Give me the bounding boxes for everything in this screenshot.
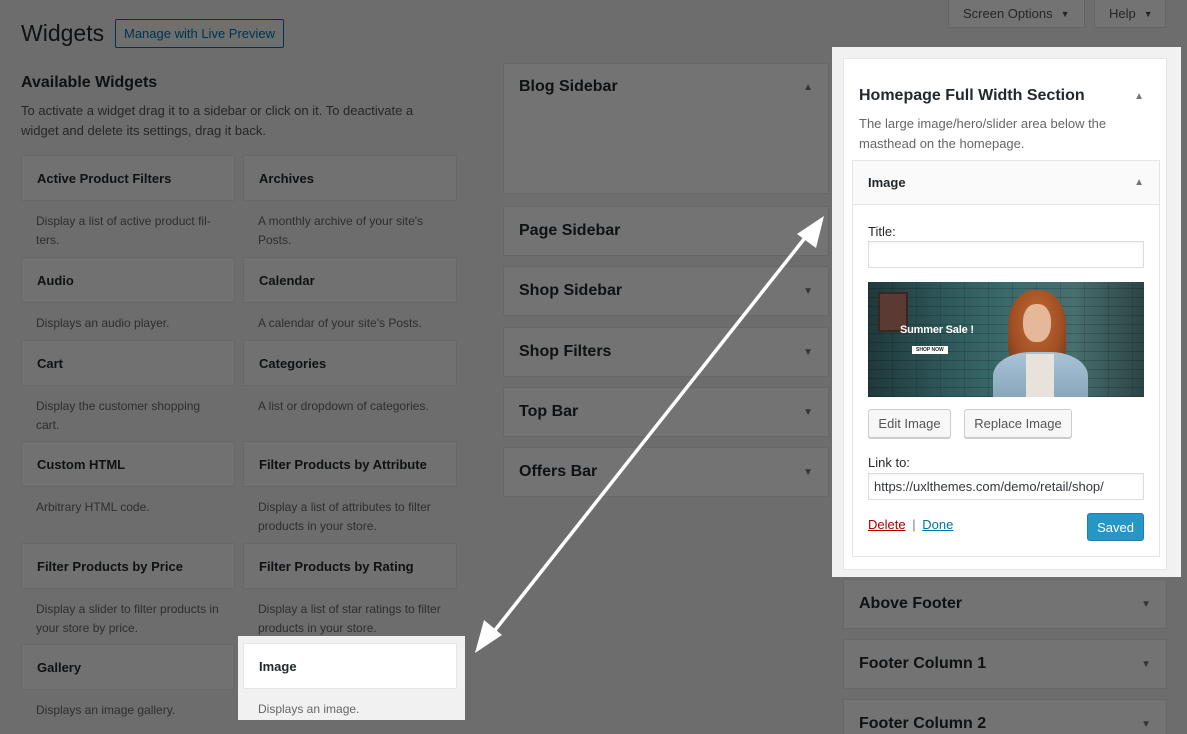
hero-sale-text: Summer Sale ! <box>900 324 974 336</box>
sidebar-offers-bar[interactable]: Offers Bar ▼ <box>503 447 829 497</box>
available-widgets-description: To activate a widget drag it to a sideba… <box>21 103 414 138</box>
widget-description: Display a list of attributes to filter p… <box>258 500 431 533</box>
widget-description: Display the customer shopping cart. <box>36 399 201 432</box>
widget-controls: Delete | Done <box>868 517 953 532</box>
sidebar-page[interactable]: Page Sidebar ▼ <box>503 206 829 256</box>
widget-description: A calendar of your site's Posts. <box>258 316 422 330</box>
expand-arrow-icon[interactable]: ▼ <box>1141 659 1151 670</box>
collapse-arrow-icon[interactable]: ▲ <box>1134 177 1144 188</box>
expand-arrow-icon[interactable]: ▼ <box>803 226 813 237</box>
widget-description: Displays an image. <box>258 702 360 716</box>
link-input[interactable]: https://uxlthemes.com/demo/retail/shop/ <box>868 473 1144 500</box>
delete-link[interactable]: Delete <box>868 517 906 532</box>
widget-description: Display a slider to filter products in y… <box>36 602 219 635</box>
sidebar-title: Footer Column 2 <box>859 715 987 732</box>
available-widgets-heading: Available Widgets <box>21 74 158 91</box>
sidebar-title: Shop Sidebar <box>519 282 623 299</box>
widget-title[interactable]: Filter Products by Price <box>21 543 235 589</box>
widget-title[interactable]: Custom HTML <box>21 441 235 487</box>
widget-title[interactable]: Filter Products by Rating <box>243 543 457 589</box>
widget-custom-html[interactable]: Custom HTML Arbitrary HTML code. <box>21 441 235 517</box>
widget-description: Display a list of active product fil-ter… <box>36 214 211 247</box>
widget-cart[interactable]: Cart Display the customer shopping cart. <box>21 340 235 435</box>
widget-title[interactable]: Categories <box>243 340 457 386</box>
title-label: Title: <box>868 224 896 239</box>
sidebar-shop[interactable]: Shop Sidebar ▼ <box>503 266 829 316</box>
widget-filter-by-attribute[interactable]: Filter Products by Attribute Display a l… <box>243 441 457 536</box>
expand-arrow-icon[interactable]: ▼ <box>1141 719 1151 730</box>
expand-arrow-icon[interactable]: ▼ <box>803 286 813 297</box>
manage-live-preview-button[interactable]: Manage with Live Preview <box>115 19 285 48</box>
widget-categories[interactable]: Categories A list or dropdown of categor… <box>243 340 457 416</box>
sidebar-homepage-full-width[interactable]: Homepage Full Width Section ▲ The large … <box>843 58 1167 570</box>
widget-title[interactable]: Gallery <box>21 644 235 690</box>
sidebar-title: Top Bar <box>519 403 579 420</box>
sidebar-title: Page Sidebar <box>519 222 621 239</box>
collapse-arrow-icon[interactable]: ▲ <box>803 82 813 93</box>
widget-description: A monthly archive of your site's Posts. <box>258 214 424 247</box>
widget-title[interactable]: Image <box>243 643 457 689</box>
expand-arrow-icon[interactable]: ▼ <box>803 407 813 418</box>
separator: | <box>912 517 916 532</box>
collapse-arrow-icon[interactable]: ▲ <box>1134 91 1144 102</box>
sidebar-blog[interactable]: Blog Sidebar ▲ <box>503 63 829 194</box>
widget-title[interactable]: Active Product Filters <box>21 155 235 201</box>
widget-calendar[interactable]: Calendar A calendar of your site's Posts… <box>243 257 457 333</box>
widget-description: Arbitrary HTML code. <box>36 500 150 514</box>
image-widget-form: Image ▲ Title: Summer Sale ! SHOP NOW Ed… <box>852 160 1160 557</box>
sidebar-title: Blog Sidebar <box>519 78 618 95</box>
expand-arrow-icon[interactable]: ▼ <box>803 467 813 478</box>
replace-image-button[interactable]: Replace Image <box>964 409 1072 438</box>
highlight-image-widget[interactable]: Image Displays an image. <box>238 636 465 720</box>
widget-filter-by-rating[interactable]: Filter Products by Rating Display a list… <box>243 543 457 638</box>
help-label: Help <box>1109 6 1136 21</box>
sidebar-shop-filters[interactable]: Shop Filters ▼ <box>503 327 829 377</box>
widget-archives[interactable]: Archives A monthly archive of your site'… <box>243 155 457 250</box>
expand-arrow-icon[interactable]: ▼ <box>1141 599 1151 610</box>
edit-image-button[interactable]: Edit Image <box>868 409 951 438</box>
sidebar-title: Offers Bar <box>519 463 598 480</box>
caret-down-icon: ▼ <box>1143 8 1153 19</box>
sidebar-title: Footer Column 1 <box>859 655 987 672</box>
widget-description: Display a list of star ratings to filter… <box>258 602 441 635</box>
expand-arrow-icon[interactable]: ▼ <box>803 347 813 358</box>
sidebar-top-bar[interactable]: Top Bar ▼ <box>503 387 829 437</box>
sidebar-title: Shop Filters <box>519 343 612 360</box>
sidebar-footer-column-2[interactable]: Footer Column 2 ▼ <box>843 699 1167 734</box>
sidebar-description: The large image/hero/slider area below t… <box>859 116 1107 151</box>
widget-active-product-filters[interactable]: Active Product Filters Display a list of… <box>21 155 235 250</box>
widget-description: Displays an audio player. <box>36 316 170 330</box>
widget-title[interactable]: Calendar <box>243 257 457 303</box>
widget-description: Displays an image gallery. <box>36 703 176 717</box>
widget-description: A list or dropdown of categories. <box>258 399 429 413</box>
page-title: Widgets <box>21 20 105 46</box>
title-input[interactable] <box>868 241 1144 268</box>
help-button[interactable]: Help ▼ <box>1094 0 1166 28</box>
widget-audio[interactable]: Audio Displays an audio player. <box>21 257 235 333</box>
screen-options-button[interactable]: Screen Options ▼ <box>948 0 1085 28</box>
highlight-homepage-section: Homepage Full Width Section ▲ The large … <box>832 47 1181 577</box>
image-preview: Summer Sale ! SHOP NOW <box>868 282 1144 397</box>
sidebar-footer-column-1[interactable]: Footer Column 1 ▼ <box>843 639 1167 689</box>
widget-filter-by-price[interactable]: Filter Products by Price Display a slide… <box>21 543 235 638</box>
caret-down-icon: ▼ <box>1060 8 1070 19</box>
widget-title[interactable]: Cart <box>21 340 235 386</box>
image-widget-header[interactable]: Image ▲ <box>853 161 1159 205</box>
widget-title[interactable]: Filter Products by Attribute <box>243 441 457 487</box>
hero-shop-button: SHOP NOW <box>912 346 948 354</box>
sidebar-title: Above Footer <box>859 595 963 612</box>
saved-button[interactable]: Saved <box>1087 513 1144 541</box>
link-label: Link to: <box>868 455 910 470</box>
widget-gallery[interactable]: Gallery Displays an image gallery. <box>21 644 235 720</box>
widget-title[interactable]: Audio <box>21 257 235 303</box>
screen-options-label: Screen Options <box>963 6 1053 21</box>
sidebar-title: Homepage Full Width Section <box>859 87 1085 104</box>
widget-title: Image <box>868 175 906 190</box>
sidebar-above-footer[interactable]: Above Footer ▼ <box>843 579 1167 629</box>
widget-title[interactable]: Archives <box>243 155 457 201</box>
done-link[interactable]: Done <box>922 517 953 532</box>
